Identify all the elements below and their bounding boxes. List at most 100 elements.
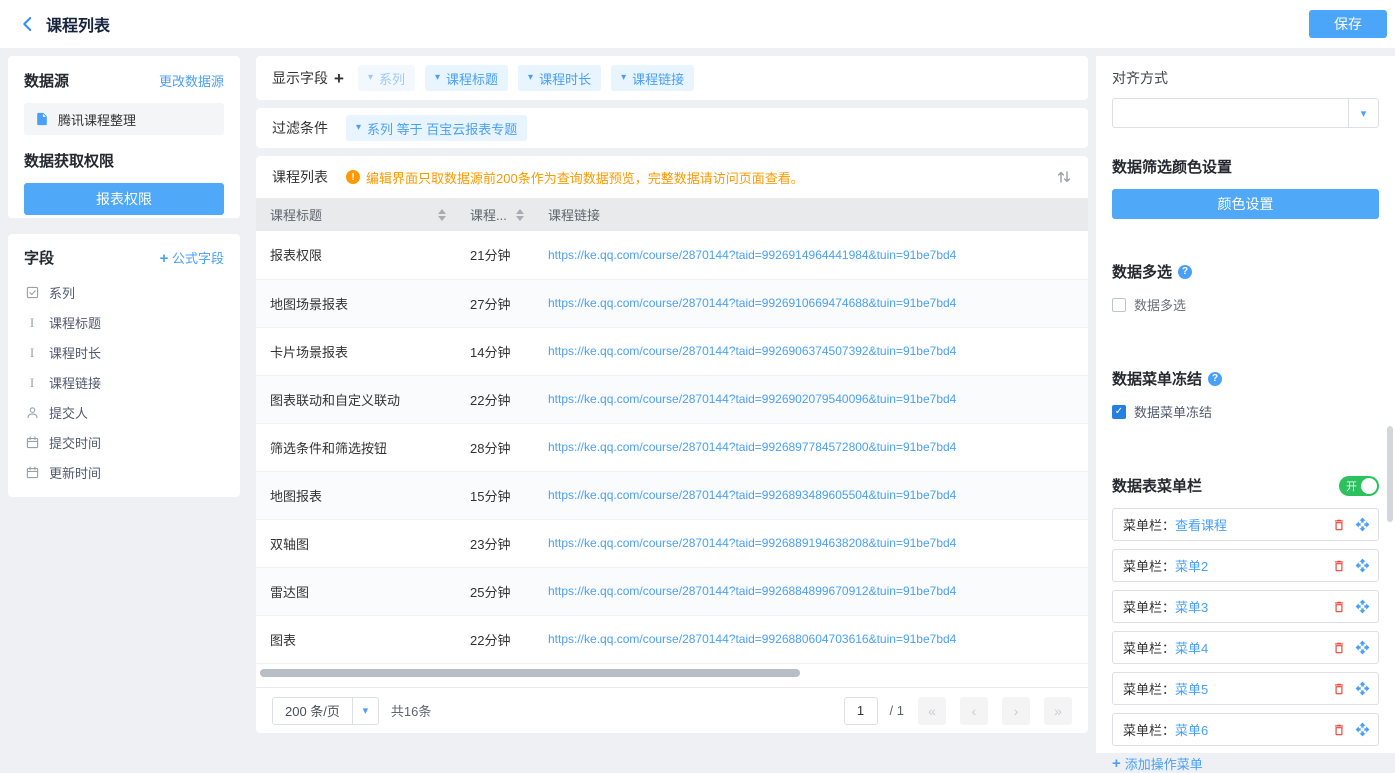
- cell-course-title: 卡片场景报表: [256, 327, 456, 375]
- text-field-icon: I: [24, 346, 40, 359]
- course-link[interactable]: https://ke.qq.com/course/2870144?taid=99…: [548, 536, 956, 550]
- display-field-chip-course-link[interactable]: ▾ 课程链接: [611, 65, 694, 91]
- text-field-icon: I: [24, 376, 40, 389]
- delete-icon[interactable]: [1332, 518, 1346, 532]
- cell-course-title: 地图场景报表: [256, 279, 456, 327]
- previous-page-button[interactable]: ‹: [960, 697, 988, 725]
- menu-bar-item: 菜单栏：菜单4: [1112, 631, 1379, 664]
- field-item-submitter[interactable]: 提交人: [24, 397, 224, 427]
- table-row: 筛选条件和筛选按钮 28分钟 https://ke.qq.com/course/…: [256, 423, 1088, 471]
- course-link[interactable]: https://ke.qq.com/course/2870144?taid=99…: [548, 440, 956, 454]
- cell-course-title: 双轴图: [256, 519, 456, 567]
- datasource-item[interactable]: 腾讯课程整理: [24, 103, 224, 135]
- checkbox-checked-icon[interactable]: ✓: [1112, 405, 1126, 419]
- display-field-chip-series[interactable]: ▾ 系列: [358, 65, 415, 91]
- datasource-name: 腾讯课程整理: [58, 110, 136, 129]
- field-item-course-title[interactable]: I 课程标题: [24, 307, 224, 337]
- first-page-button[interactable]: «: [918, 697, 946, 725]
- menu-name-link[interactable]: 查看课程: [1175, 518, 1227, 533]
- cell-course-title: 图表联动和自定义联动: [256, 375, 456, 423]
- report-permission-button[interactable]: 报表权限: [24, 183, 224, 215]
- preview-notice: ! 编辑界面只取数据源前200条作为查询数据预览，完整数据请访问页面查看。: [346, 168, 804, 187]
- move-icon[interactable]: [1355, 599, 1370, 614]
- page-title: 课程列表: [46, 12, 110, 36]
- sort-order-icon[interactable]: [1056, 169, 1072, 185]
- cell-course-duration: 22分钟: [456, 375, 534, 423]
- course-link[interactable]: https://ke.qq.com/course/2870144?taid=99…: [548, 632, 956, 646]
- table-body: 报表权限 21分钟 https://ke.qq.com/course/28701…: [256, 231, 1088, 663]
- course-table-panel: 课程列表 ! 编辑界面只取数据源前200条作为查询数据预览，完整数据请访问页面查…: [256, 156, 1088, 733]
- table-row: 地图场景报表 27分钟 https://ke.qq.com/course/287…: [256, 279, 1088, 327]
- sort-icon[interactable]: [438, 209, 446, 221]
- help-icon[interactable]: ?: [1208, 372, 1222, 386]
- menu-name-link[interactable]: 菜单5: [1175, 682, 1208, 697]
- menubar-toggle[interactable]: 开: [1339, 476, 1379, 496]
- change-datasource-link[interactable]: 更改数据源: [159, 71, 224, 90]
- back-button[interactable]: [14, 10, 42, 38]
- chevron-left-icon: [19, 15, 37, 33]
- move-icon[interactable]: [1355, 517, 1370, 532]
- display-field-chip-course-title[interactable]: ▾ 课程标题: [425, 65, 508, 91]
- chevron-down-icon: ▾: [356, 123, 361, 133]
- column-header-course-duration[interactable]: 课程...: [456, 198, 534, 231]
- text-field-icon: I: [24, 316, 40, 329]
- alignment-select[interactable]: ▾: [1112, 98, 1379, 128]
- course-link[interactable]: https://ke.qq.com/course/2870144?taid=99…: [548, 248, 956, 262]
- add-menu-link[interactable]: + 添加操作菜单: [1112, 754, 1379, 773]
- display-field-chip-course-duration[interactable]: ▾ 课程时长: [518, 65, 601, 91]
- help-icon[interactable]: ?: [1178, 265, 1192, 279]
- move-icon[interactable]: [1355, 558, 1370, 573]
- delete-icon[interactable]: [1332, 723, 1346, 737]
- menu-name-link[interactable]: 菜单4: [1175, 641, 1208, 656]
- field-item-course-link[interactable]: I 课程链接: [24, 367, 224, 397]
- delete-icon[interactable]: [1332, 682, 1346, 696]
- horizontal-scrollbar[interactable]: [260, 669, 800, 677]
- field-item-series[interactable]: 系列: [24, 277, 224, 307]
- freeze-checkbox-row[interactable]: ✓ 数据菜单冻结: [1112, 402, 1379, 421]
- menu-name-link[interactable]: 菜单2: [1175, 559, 1208, 574]
- add-formula-field-link[interactable]: + 公式字段: [160, 248, 224, 267]
- column-header-course-link: 课程链接: [534, 198, 1088, 231]
- color-settings-button[interactable]: 颜色设置: [1112, 189, 1379, 219]
- move-icon[interactable]: [1355, 640, 1370, 655]
- filter-condition-chip[interactable]: ▾ 系列 等于 百宝云报表专题: [346, 115, 527, 141]
- course-link[interactable]: https://ke.qq.com/course/2870144?taid=99…: [548, 584, 956, 598]
- multiselect-checkbox-row[interactable]: 数据多选: [1112, 295, 1379, 314]
- save-button[interactable]: 保存: [1309, 10, 1387, 38]
- course-link[interactable]: https://ke.qq.com/course/2870144?taid=99…: [548, 488, 956, 502]
- menu-name-link[interactable]: 菜单3: [1175, 600, 1208, 615]
- delete-icon[interactable]: [1332, 600, 1346, 614]
- cell-course-duration: 23分钟: [456, 519, 534, 567]
- column-header-course-title[interactable]: 课程标题: [256, 198, 456, 231]
- last-page-button[interactable]: »: [1044, 697, 1072, 725]
- menubar-title: 数据表菜单栏: [1112, 475, 1202, 496]
- warning-icon: !: [346, 170, 360, 184]
- field-item-update-time[interactable]: 更新时间: [24, 457, 224, 487]
- course-link[interactable]: https://ke.qq.com/course/2870144?taid=99…: [548, 296, 956, 310]
- field-item-submit-time[interactable]: 提交时间: [24, 427, 224, 457]
- cell-course-duration: 25分钟: [456, 567, 534, 615]
- delete-icon[interactable]: [1332, 641, 1346, 655]
- page-size-select[interactable]: 200 条/页 ▾: [272, 697, 379, 725]
- field-item-course-duration[interactable]: I 课程时长: [24, 337, 224, 367]
- course-link[interactable]: https://ke.qq.com/course/2870144?taid=99…: [548, 344, 956, 358]
- left-sidebar: 数据源 更改数据源 腾讯课程整理 数据获取权限 报表权限 字段 + 公式字段: [8, 56, 240, 753]
- page-number-input[interactable]: [844, 697, 878, 725]
- permission-title: 数据获取权限: [24, 150, 224, 171]
- field-list: 系列 I 课程标题 I 课程时长 I 课程链接: [24, 277, 224, 487]
- add-display-field-button[interactable]: +: [334, 70, 344, 87]
- move-icon[interactable]: [1355, 722, 1370, 737]
- table-row: 卡片场景报表 14分钟 https://ke.qq.com/course/287…: [256, 327, 1088, 375]
- next-page-button[interactable]: ›: [1002, 697, 1030, 725]
- display-fields-panel: 显示字段 + ▾ 系列 ▾ 课程标题 ▾ 课程时长 ▾ 课程链接: [256, 56, 1088, 100]
- delete-icon[interactable]: [1332, 559, 1346, 573]
- checkbox-unchecked-icon[interactable]: [1112, 298, 1126, 312]
- menu-bar-item: 菜单栏：菜单6: [1112, 713, 1379, 746]
- fields-panel: 字段 + 公式字段 系列 I 课程标题 I 课程时长: [8, 234, 240, 497]
- move-icon[interactable]: [1355, 681, 1370, 696]
- settings-panel: 对齐方式 ▾ 数据筛选颜色设置 颜色设置 数据多选 ? 数据多选 数据菜单冻结 …: [1096, 56, 1395, 753]
- vertical-scrollbar[interactable]: [1387, 426, 1393, 522]
- course-link[interactable]: https://ke.qq.com/course/2870144?taid=99…: [548, 392, 956, 406]
- menu-name-link[interactable]: 菜单6: [1175, 723, 1208, 738]
- sort-icon[interactable]: [516, 209, 524, 221]
